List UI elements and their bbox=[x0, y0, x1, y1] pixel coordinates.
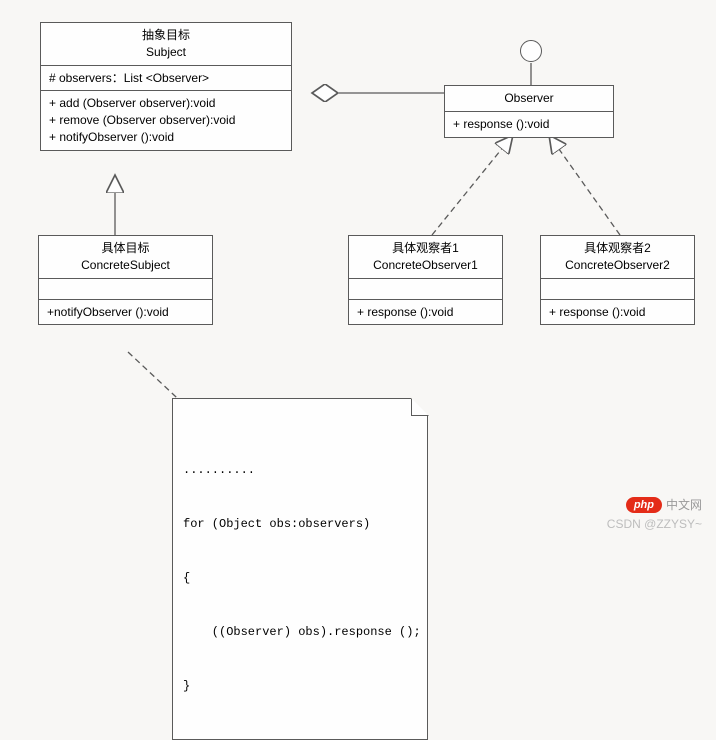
class-observer: Observer + response ():void bbox=[444, 85, 614, 138]
class-concrete-observer1-ops: + response ():void bbox=[349, 300, 502, 325]
class-concrete-subject: 具体目标 ConcreteSubject +notifyObserver ():… bbox=[38, 235, 213, 325]
watermark-csdn: CSDN @ZZYSY~ bbox=[607, 517, 702, 531]
class-subject: 抽象目标 Subject # observers：List <Observer>… bbox=[40, 22, 292, 151]
class-concrete-observer2-attrs bbox=[541, 279, 694, 300]
op-row: + remove (Observer observer):void bbox=[49, 112, 283, 129]
class-subject-title-zh: 抽象目标 bbox=[49, 27, 283, 44]
watermark-zhongwen: 中文网 bbox=[666, 496, 702, 513]
class-concrete-observer1: 具体观察者1 ConcreteObserver1 + response ():v… bbox=[348, 235, 503, 325]
op-row: + response ():void bbox=[357, 304, 494, 321]
op-row: + response ():void bbox=[453, 116, 605, 133]
class-concrete-observer2-title: 具体观察者2 ConcreteObserver2 bbox=[541, 236, 694, 279]
class-observer-title: Observer bbox=[445, 86, 613, 112]
note-line: .......... bbox=[183, 461, 417, 479]
class-concrete-subject-ops: +notifyObserver ():void bbox=[39, 300, 212, 325]
realization-observer1-observer bbox=[432, 135, 513, 235]
class-concrete-observer1-title-zh: 具体观察者1 bbox=[357, 240, 494, 257]
class-observer-ops: + response ():void bbox=[445, 112, 613, 137]
class-concrete-observer2-title-zh: 具体观察者2 bbox=[549, 240, 686, 257]
class-subject-title-en: Subject bbox=[49, 44, 283, 61]
class-concrete-observer1-attrs bbox=[349, 279, 502, 300]
note-line: ((Observer) obs).response (); bbox=[183, 623, 417, 641]
class-subject-title: 抽象目标 Subject bbox=[41, 23, 291, 66]
note-box: .......... for (Object obs:observers) { … bbox=[172, 398, 428, 740]
class-concrete-observer1-title-en: ConcreteObserver1 bbox=[357, 257, 494, 274]
attr-row: # observers：List <Observer> bbox=[49, 70, 283, 87]
php-logo-badge: php bbox=[626, 497, 662, 513]
op-row: + add (Observer observer):void bbox=[49, 95, 283, 112]
class-concrete-observer2: 具体观察者2 ConcreteObserver2 + response ():v… bbox=[540, 235, 695, 325]
op-row: + response ():void bbox=[549, 304, 686, 321]
class-subject-attrs: # observers：List <Observer> bbox=[41, 66, 291, 92]
class-concrete-observer2-ops: + response ():void bbox=[541, 300, 694, 325]
note-line: for (Object obs:observers) bbox=[183, 515, 417, 533]
class-concrete-subject-title: 具体目标 ConcreteSubject bbox=[39, 236, 212, 279]
interface-circle bbox=[520, 40, 542, 62]
class-concrete-observer2-title-en: ConcreteObserver2 bbox=[549, 257, 686, 274]
class-concrete-subject-attrs bbox=[39, 279, 212, 300]
class-subject-ops: + add (Observer observer):void + remove … bbox=[41, 91, 291, 149]
op-row: + notifyObserver ():void bbox=[49, 129, 283, 146]
class-observer-title-en: Observer bbox=[504, 91, 553, 105]
note-line: { bbox=[183, 569, 417, 587]
note-line: } bbox=[183, 677, 417, 695]
uml-canvas: 抽象目标 Subject # observers：List <Observer>… bbox=[0, 0, 716, 547]
class-concrete-subject-title-en: ConcreteSubject bbox=[47, 257, 204, 274]
note-fold-icon bbox=[411, 398, 429, 416]
class-concrete-observer1-title: 具体观察者1 ConcreteObserver1 bbox=[349, 236, 502, 279]
class-concrete-subject-title-zh: 具体目标 bbox=[47, 240, 204, 257]
realization-observer2-observer bbox=[549, 135, 620, 235]
op-row: +notifyObserver ():void bbox=[47, 304, 204, 321]
